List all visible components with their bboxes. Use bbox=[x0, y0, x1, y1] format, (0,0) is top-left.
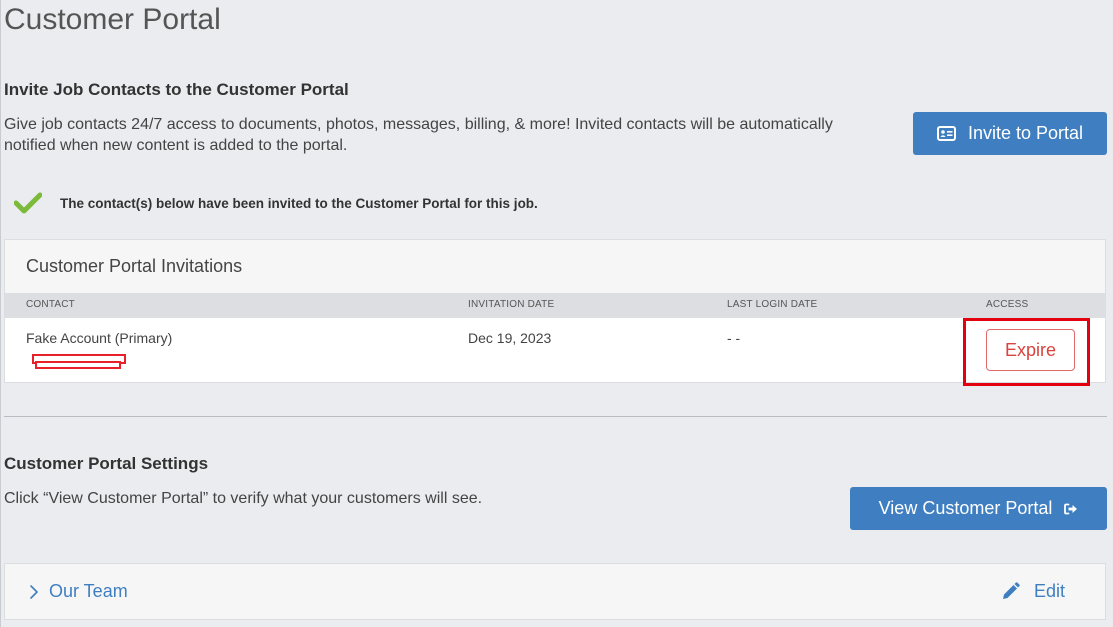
check-icon bbox=[14, 192, 42, 214]
settings-section-description: Click “View Customer Portal” to verify w… bbox=[4, 490, 483, 507]
invitations-card: Customer Portal Invitations CONTACT INVI… bbox=[4, 239, 1106, 386]
column-header-contact: CONTACT bbox=[26, 299, 75, 310]
settings-section-heading: Customer Portal Settings bbox=[4, 454, 209, 473]
contact-card-icon bbox=[936, 126, 956, 141]
notice-text: The contact(s) below have been invited t… bbox=[60, 195, 538, 211]
pencil-icon bbox=[1001, 582, 1020, 601]
redaction-mark bbox=[35, 361, 121, 369]
view-customer-portal-button[interactable]: View Customer Portal bbox=[850, 487, 1107, 530]
invite-to-portal-label: Invite to Portal bbox=[967, 123, 1084, 143]
invite-section-description: Give job contacts 24/7 access to documen… bbox=[4, 116, 833, 154]
column-header-access: ACCESS bbox=[986, 299, 1029, 310]
view-customer-portal-label: View Customer Portal bbox=[878, 498, 1053, 518]
page-title: Customer Portal bbox=[4, 3, 221, 36]
section-divider bbox=[4, 416, 1107, 417]
our-team-label: Our Team bbox=[49, 581, 128, 601]
invited-notice: The contact(s) below have been invited t… bbox=[14, 192, 538, 214]
invitations-card-title: Customer Portal Invitations bbox=[26, 256, 243, 276]
invite-section-heading: Invite Job Contacts to the Customer Port… bbox=[4, 80, 349, 99]
edit-label: Edit bbox=[1034, 581, 1066, 601]
expire-button[interactable]: Expire bbox=[986, 329, 1075, 371]
edit-team-button[interactable]: Edit bbox=[1001, 581, 1065, 602]
last-login-date: - - bbox=[727, 330, 741, 346]
chevron-right-icon bbox=[29, 584, 39, 600]
invite-to-portal-button[interactable]: Invite to Portal bbox=[913, 112, 1107, 155]
invitations-card-header: Customer Portal Invitations bbox=[5, 240, 1105, 293]
our-team-panel: Our Team Edit bbox=[4, 563, 1106, 620]
column-header-last-login-date: LAST LOGIN DATE bbox=[727, 299, 818, 310]
sign-out-icon bbox=[1064, 503, 1078, 515]
column-header-invitation-date: INVITATION DATE bbox=[468, 299, 555, 310]
invitation-date: Dec 19, 2023 bbox=[468, 330, 552, 346]
invitations-table-header: CONTACT INVITATION DATE LAST LOGIN DATE … bbox=[5, 293, 1105, 318]
contact-name: Fake Account (Primary) bbox=[26, 330, 173, 346]
left-border bbox=[0, 0, 1, 627]
table-row: Fake Account (Primary) Dec 19, 2023 - - … bbox=[5, 318, 1105, 386]
our-team-toggle[interactable]: Our Team bbox=[29, 581, 128, 602]
